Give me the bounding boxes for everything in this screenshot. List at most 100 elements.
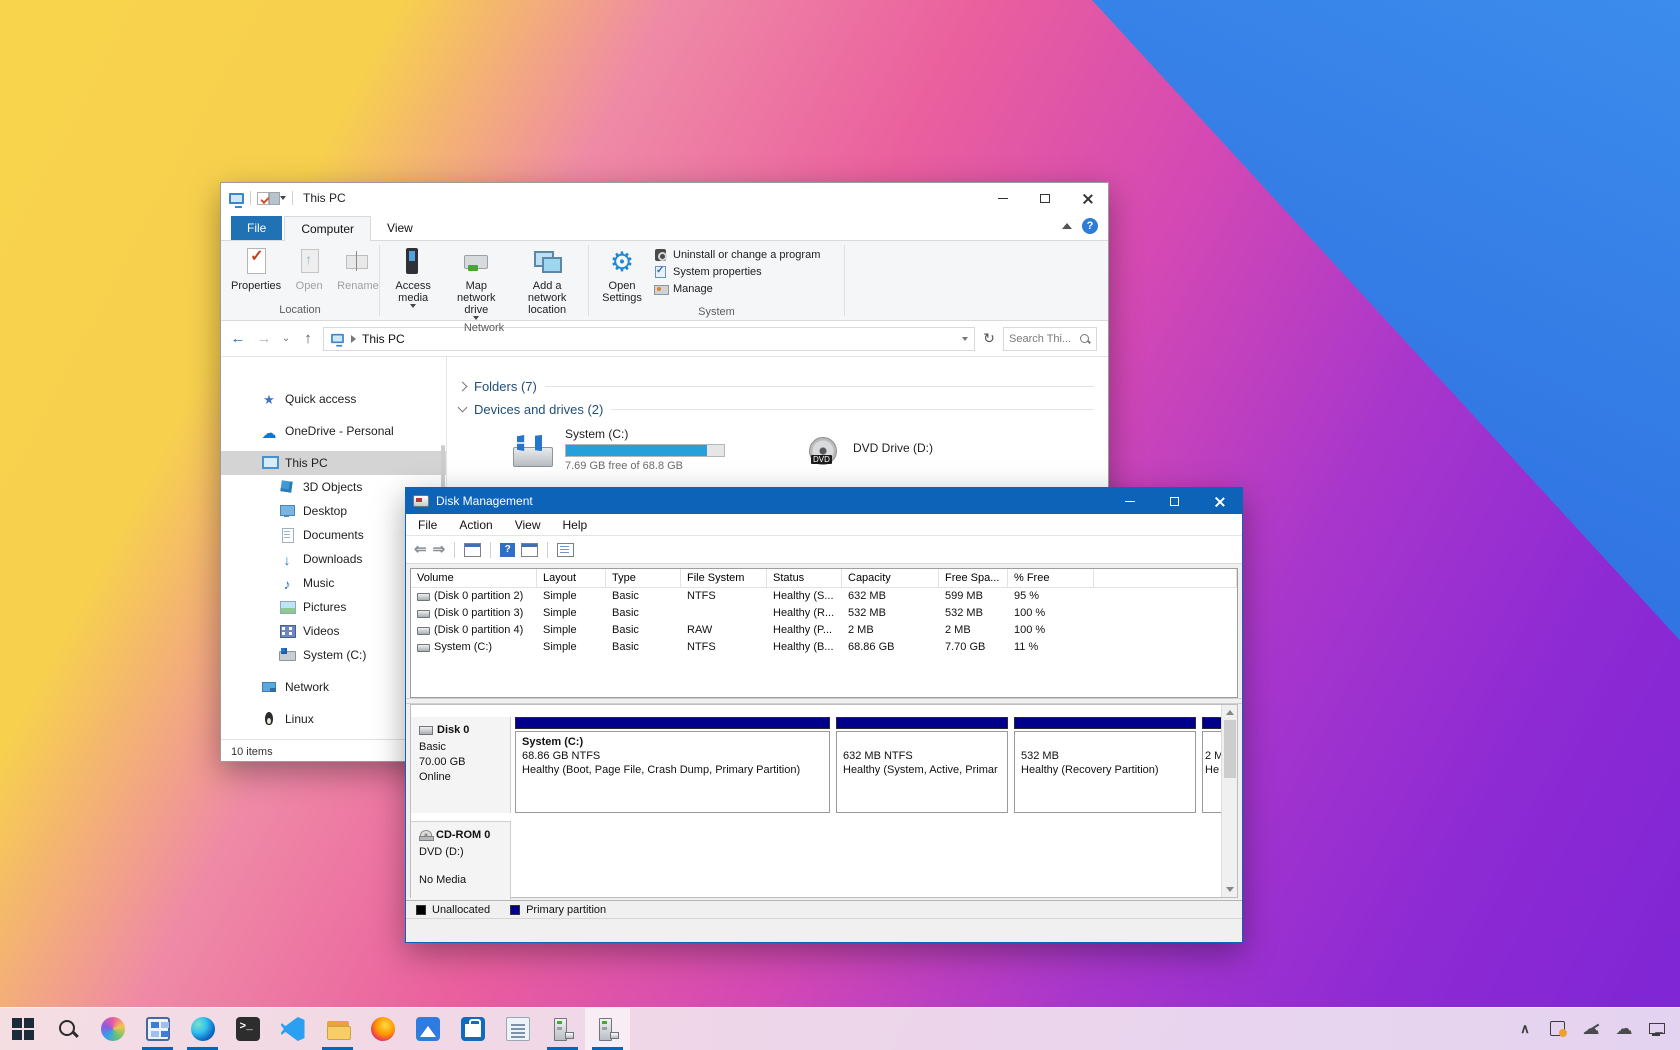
- menu-help[interactable]: Help: [563, 518, 588, 532]
- taskbar-firefox-button[interactable]: [360, 1008, 405, 1050]
- sidebar-item-label: Network: [285, 680, 329, 694]
- table-row[interactable]: (Disk 0 partition 3) Simple Basic Health…: [411, 605, 1237, 622]
- add-network-location-label: Add a network location: [516, 280, 578, 316]
- manage-button[interactable]: Manage: [653, 282, 820, 296]
- menu-action[interactable]: Action: [459, 518, 492, 532]
- minimize-button[interactable]: [982, 183, 1024, 213]
- taskbar-computer-management-button[interactable]: [540, 1008, 585, 1050]
- tray-expand-chevron-icon[interactable]: ∧: [1516, 1020, 1534, 1038]
- add-network-location-button[interactable]: Add a network location: [512, 245, 582, 318]
- taskbar-search-button[interactable]: [45, 1008, 90, 1050]
- start-button[interactable]: [0, 1008, 45, 1050]
- sidebar-item-this-pc[interactable]: This PC: [221, 451, 446, 475]
- taskbar-disk-management-button[interactable]: [585, 1008, 630, 1050]
- column-header-free-space[interactable]: Free Spa...: [939, 569, 1008, 588]
- taskbar-store-button[interactable]: [450, 1008, 495, 1050]
- qat-new-folder-icon[interactable]: [269, 192, 280, 205]
- recent-locations-chevron[interactable]: ⌄: [279, 333, 293, 344]
- show-console-tree-icon[interactable]: [464, 543, 481, 557]
- cell-type: Basic: [606, 605, 681, 622]
- column-header-volume[interactable]: Volume: [411, 569, 537, 588]
- partition-recovery[interactable]: 532 MB Healthy (Recovery Partition): [1014, 717, 1196, 813]
- column-header-capacity[interactable]: Capacity: [842, 569, 939, 588]
- forward-button[interactable]: →: [253, 330, 275, 347]
- partition-efi[interactable]: 632 MB NTFS Healthy (System, Active, Pri…: [836, 717, 1008, 813]
- scroll-down-icon[interactable]: [1226, 887, 1234, 892]
- column-header-layout[interactable]: Layout: [537, 569, 606, 588]
- maximize-button[interactable]: [1024, 183, 1066, 213]
- refresh-button[interactable]: ↻: [979, 330, 999, 347]
- sidebar-item-onedrive[interactable]: ☁ OneDrive - Personal: [221, 419, 446, 443]
- partition-small[interactable]: 2 M He: [1202, 717, 1223, 813]
- minimize-button[interactable]: [1107, 488, 1152, 514]
- properties-icon[interactable]: [557, 543, 574, 557]
- column-header-file-system[interactable]: File System: [681, 569, 767, 588]
- tab-view[interactable]: View: [371, 216, 429, 240]
- drive-tile-dvd[interactable]: DVD Drive (D:): [803, 433, 933, 471]
- vertical-scrollbar[interactable]: [1221, 705, 1237, 897]
- cell-volume: (Disk 0 partition 4): [434, 622, 523, 639]
- table-row[interactable]: (Disk 0 partition 2) Simple Basic NTFS H…: [411, 588, 1237, 605]
- scrollbar-thumb[interactable]: [1224, 720, 1236, 778]
- devices-group-header[interactable]: Devices and drives (2): [447, 402, 1108, 417]
- show-action-pane-icon[interactable]: [521, 543, 538, 557]
- taskbar-vscode-button[interactable]: [270, 1008, 315, 1050]
- taskbar-edge-button[interactable]: [180, 1008, 225, 1050]
- search-input[interactable]: Search Thi...: [1003, 327, 1097, 351]
- column-header-percent-free[interactable]: % Free: [1008, 569, 1094, 588]
- uninstall-program-button[interactable]: Uninstall or change a program: [653, 248, 820, 262]
- help-icon[interactable]: ?: [500, 543, 515, 557]
- help-icon[interactable]: ?: [1082, 218, 1098, 234]
- tab-computer[interactable]: Computer: [284, 216, 371, 241]
- drive-tile-system-c[interactable]: System (C:) 7.69 GB free of 68.8 GB: [511, 427, 781, 472]
- partition-system-c[interactable]: System (C:) 68.86 GB NTFS Healthy (Boot,…: [515, 717, 830, 813]
- taskbar-terminal-button[interactable]: [225, 1008, 270, 1050]
- taskbar-file-explorer-button[interactable]: [315, 1008, 360, 1050]
- separator: [454, 542, 455, 558]
- disk0-label[interactable]: Disk 0 Basic 70.00 GB Online: [411, 717, 511, 813]
- properties-button[interactable]: Properties: [227, 245, 285, 294]
- column-header-type[interactable]: Type: [606, 569, 681, 588]
- maximize-button[interactable]: [1152, 488, 1197, 514]
- taskbar-photos-button[interactable]: [405, 1008, 450, 1050]
- back-button[interactable]: ←: [227, 330, 249, 347]
- drive-name: System (C:): [565, 427, 725, 441]
- taskbar-notepad-button[interactable]: [495, 1008, 540, 1050]
- address-dropdown-chevron-icon[interactable]: [962, 337, 968, 341]
- cloud-tray-icon[interactable]: ☁: [1615, 1020, 1633, 1038]
- cdrom-drive-letter: DVD (D:): [419, 845, 510, 860]
- network-tray-icon[interactable]: [1648, 1020, 1666, 1038]
- legend-unallocated-label: Unallocated: [432, 904, 490, 916]
- forward-icon[interactable]: ⇒: [433, 542, 446, 558]
- table-row[interactable]: System (C:) Simple Basic NTFS Healthy (B…: [411, 639, 1237, 656]
- back-icon[interactable]: ⇐: [414, 542, 427, 558]
- up-button[interactable]: ↑: [297, 330, 319, 347]
- access-media-button[interactable]: Access media: [386, 245, 440, 310]
- collapse-ribbon-icon[interactable]: [1062, 223, 1072, 229]
- cdrom-icon: [419, 830, 432, 841]
- map-network-drive-button[interactable]: Map network drive: [444, 245, 508, 322]
- close-button[interactable]: [1197, 488, 1242, 514]
- qat-customize-chevron-icon[interactable]: [280, 196, 286, 200]
- sync-app-tray-icon[interactable]: [1549, 1020, 1567, 1038]
- search-icon: [1079, 333, 1091, 345]
- scroll-up-icon[interactable]: [1226, 710, 1234, 715]
- open-button[interactable]: Open: [289, 245, 329, 294]
- menu-file[interactable]: File: [418, 518, 437, 532]
- menu-view[interactable]: View: [515, 518, 541, 532]
- onedrive-cloud-off-icon[interactable]: ☁: [1582, 1020, 1600, 1038]
- taskbar-copilot-button[interactable]: [90, 1008, 135, 1050]
- cell-blank: [1094, 622, 1237, 639]
- close-button[interactable]: [1066, 183, 1108, 213]
- open-settings-button[interactable]: ⚙ Open Settings: [595, 245, 649, 306]
- sidebar-item-quick-access[interactable]: ★ Quick access: [221, 387, 446, 411]
- tab-file[interactable]: File: [231, 216, 282, 240]
- folders-group-header[interactable]: Folders (7): [447, 379, 1108, 394]
- system-properties-button[interactable]: System properties: [653, 265, 820, 279]
- rename-button[interactable]: Rename: [333, 245, 383, 294]
- cdrom-label[interactable]: CD-ROM 0 DVD (D:) No Media: [411, 822, 511, 901]
- table-row[interactable]: (Disk 0 partition 4) Simple Basic RAW He…: [411, 622, 1237, 639]
- qat-properties-icon[interactable]: [257, 192, 269, 205]
- taskbar-dashboard-app-button[interactable]: [135, 1008, 180, 1050]
- column-header-status[interactable]: Status: [767, 569, 842, 588]
